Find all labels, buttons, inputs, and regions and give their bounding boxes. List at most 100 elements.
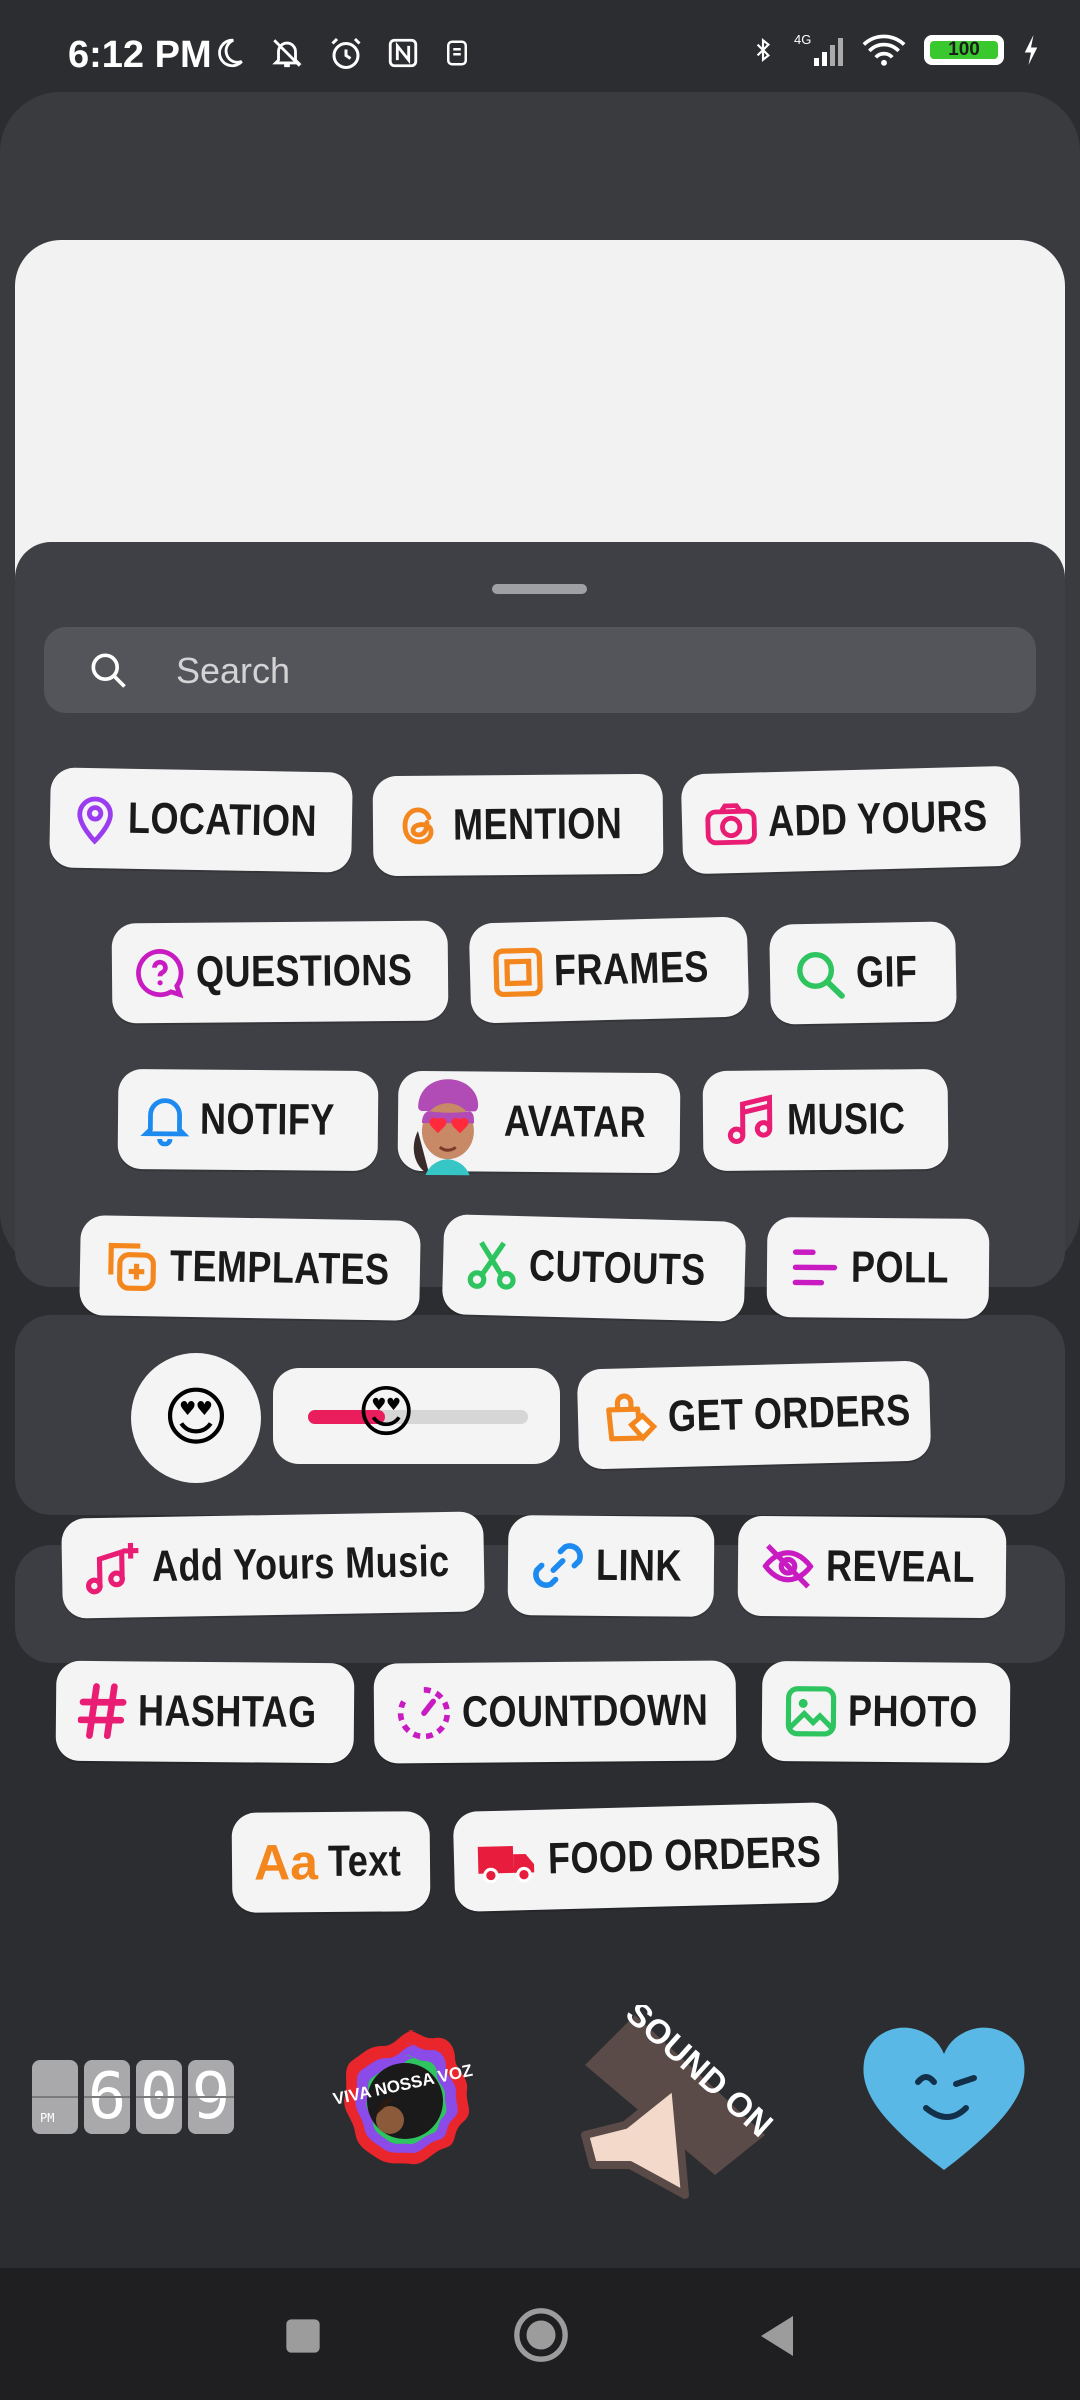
search-icon — [86, 648, 130, 696]
emoji-slider-sticker[interactable]: 😍 — [273, 1368, 560, 1464]
food-orders-sticker[interactable]: FOOD ORDERS — [452, 1801, 840, 1913]
shopping-bag-icon — [606, 1393, 658, 1442]
bluetooth-icon — [750, 32, 776, 68]
questions-sticker[interactable]: QUESTIONS — [111, 920, 449, 1024]
location-label: LOCATION — [127, 793, 318, 847]
countdown-label: COUNTDOWN — [461, 1685, 709, 1737]
avatar-label: AVATAR — [503, 1096, 647, 1147]
photo-label: PHOTO — [847, 1686, 978, 1737]
flip-clock-sticker[interactable]: PM 6 0 9 — [32, 2060, 234, 2134]
cutouts-sticker[interactable]: CUTOUTS — [441, 1214, 747, 1322]
battery-level: 100 — [930, 40, 998, 59]
search-input[interactable] — [174, 627, 978, 715]
photo-sticker[interactable]: PHOTO — [761, 1660, 1011, 1764]
templates-label: TEMPLATES — [169, 1241, 390, 1295]
bell-off-icon — [268, 36, 306, 72]
add-yours-sticker[interactable]: ADD YOURS — [680, 765, 1022, 875]
clock-ampm: PM — [32, 2060, 78, 2134]
sound-on-sticker[interactable]: SOUND ON — [575, 1994, 780, 2205]
clock-digit-1: 6 — [84, 2060, 130, 2134]
music-sticker[interactable]: MUSIC — [702, 1068, 949, 1172]
signal-4g-icon: 4G — [794, 32, 844, 68]
templates-icon — [108, 1242, 156, 1292]
sheet-drag-handle[interactable] — [492, 584, 587, 594]
charging-icon — [1022, 35, 1040, 65]
delivery-truck-icon — [477, 1846, 535, 1884]
countdown-sticker[interactable]: COUNTDOWN — [373, 1660, 737, 1764]
back-button[interactable] — [756, 2312, 798, 2364]
reveal-label: REVEAL — [825, 1541, 976, 1592]
frames-label: FRAMES — [553, 942, 710, 996]
text-label: Text — [327, 1836, 402, 1887]
clock-digit-3: 9 — [188, 2060, 234, 2134]
add-yours-music-sticker[interactable]: Add Yours Music — [61, 1511, 485, 1619]
frames-sticker[interactable]: FRAMES — [468, 916, 750, 1024]
slider-track — [308, 1410, 528, 1424]
cutouts-label: CUTOUTS — [528, 1241, 707, 1295]
hashtag-sticker[interactable]: HASHTAG — [55, 1660, 355, 1764]
templates-sticker[interactable]: TEMPLATES — [79, 1215, 421, 1321]
recents-button[interactable] — [283, 2316, 323, 2360]
text-aa-icon: Aa — [253, 1834, 319, 1891]
food-orders-label: FOOD ORDERS — [547, 1827, 822, 1884]
slider-emoji-knob: 😍 — [357, 1380, 416, 1445]
sim-icon — [442, 36, 472, 72]
add-yours-label: ADD YOURS — [767, 791, 989, 847]
get-orders-label: GET ORDERS — [667, 1385, 912, 1442]
status-time: 6:12 PM — [68, 34, 212, 76]
countdown-timer-icon — [397, 1687, 451, 1740]
reveal-sticker[interactable]: REVEAL — [737, 1515, 1007, 1619]
mention-label: MENTION — [452, 799, 623, 850]
sticker-search-bar[interactable] — [44, 627, 1036, 715]
image-icon — [785, 1686, 837, 1737]
nfc-icon — [386, 36, 420, 72]
sound-on-graphic: SOUND ON — [581, 1994, 780, 2199]
question-bubble-icon — [136, 948, 184, 999]
mention-sticker[interactable]: MENTION — [372, 773, 664, 877]
questions-label: QUESTIONS — [195, 945, 413, 997]
winking-heart-sticker[interactable] — [858, 2020, 1030, 2178]
music-add-icon — [86, 1542, 139, 1595]
link-sticker[interactable]: LINK — [507, 1515, 715, 1617]
link-icon — [533, 1543, 583, 1588]
hashtag-icon — [77, 1683, 127, 1740]
wifi-icon — [862, 33, 906, 67]
music-note-icon — [727, 1094, 773, 1145]
location-sticker[interactable]: LOCATION — [49, 767, 353, 873]
notify-label: NOTIFY — [199, 1094, 335, 1145]
svg-text:4G: 4G — [794, 32, 811, 47]
gif-label: GIF — [855, 947, 918, 998]
eye-off-icon — [762, 1544, 814, 1589]
poll-label: POLL — [850, 1242, 950, 1293]
alarm-icon — [328, 36, 364, 72]
moon-icon — [212, 36, 246, 72]
emoji-reaction-sticker[interactable]: 😍 — [131, 1353, 261, 1483]
link-label: LINK — [595, 1540, 683, 1591]
gif-sticker[interactable]: GIF — [769, 921, 957, 1025]
music-label: MUSIC — [786, 1094, 906, 1145]
camera-icon — [705, 803, 757, 846]
system-navigation-bar — [0, 2268, 1080, 2400]
poll-sticker[interactable]: POLL — [766, 1217, 990, 1319]
get-orders-sticker[interactable]: GET ORDERS — [576, 1360, 932, 1470]
gif-search-icon — [797, 952, 845, 999]
viva-nossa-voz-sticker[interactable]: VIVA NOSSA VOZ — [330, 2025, 480, 2175]
threads-mention-icon — [402, 807, 434, 845]
text-sticker[interactable]: Aa Text — [231, 1811, 431, 1913]
add-yours-music-label: Add Yours Music — [151, 1536, 450, 1592]
heart-eyes-emoji: 😍 — [162, 1381, 230, 1455]
bell-icon — [140, 1098, 190, 1147]
avatar-sticker[interactable]: AVATAR — [397, 1070, 681, 1176]
avatar-image — [413, 1079, 479, 1176]
scissors-icon — [467, 1241, 516, 1290]
clock-digit-2: 0 — [136, 2060, 182, 2134]
notify-sticker[interactable]: NOTIFY — [117, 1068, 379, 1172]
status-bar: 6:12 PM 4G 100 — [0, 0, 1080, 90]
hashtag-label: HASHTAG — [137, 1686, 317, 1737]
home-button[interactable] — [512, 2306, 570, 2368]
winking-heart-graphic — [863, 2027, 1025, 2170]
viva-nossa-voz-graphic: VIVA NOSSA VOZ — [331, 2030, 474, 2165]
poll-bars-icon — [792, 1249, 838, 1286]
frame-icon — [493, 947, 543, 998]
story-canvas-preview — [15, 240, 1065, 580]
